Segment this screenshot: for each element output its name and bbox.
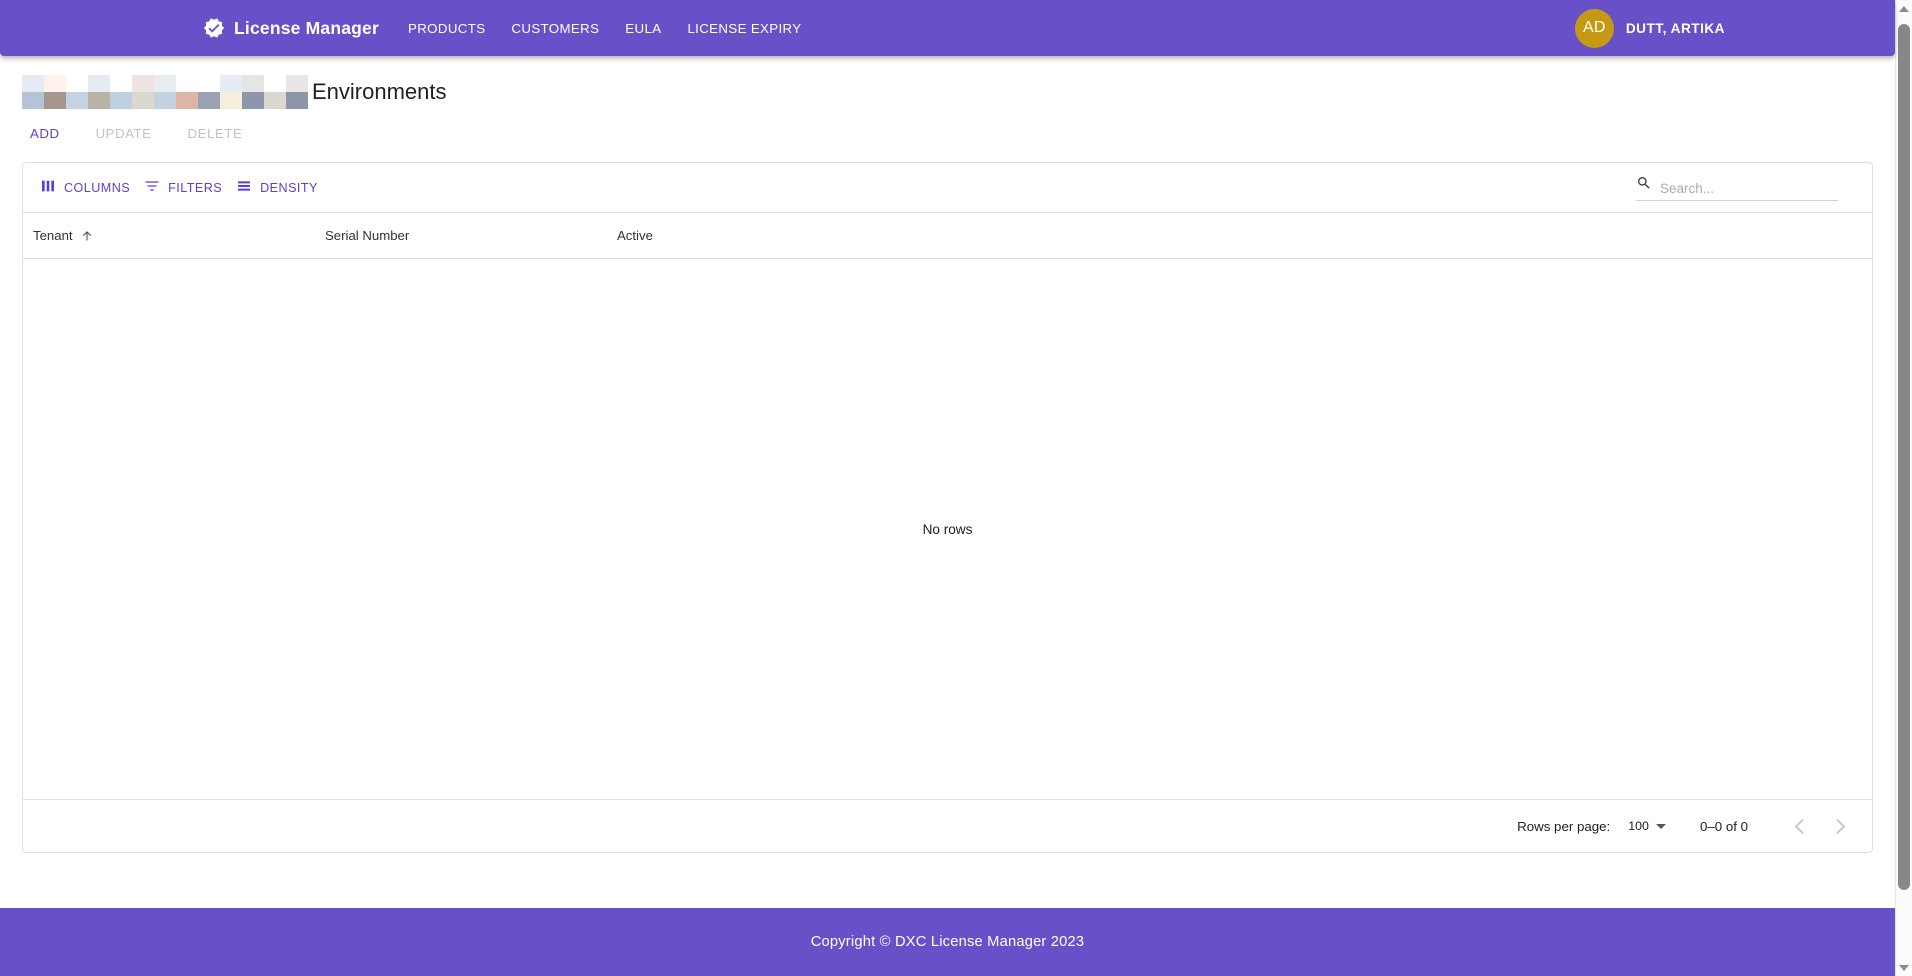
triangle-down-icon xyxy=(1899,964,1909,971)
avatar: AD xyxy=(1574,8,1614,48)
column-header-active[interactable]: Active xyxy=(607,228,899,243)
page-header: Environments xyxy=(0,75,1895,109)
redacted-block xyxy=(88,92,110,109)
chevron-down-icon xyxy=(1655,823,1666,829)
record-actions: ADD UPDATE DELETE xyxy=(0,118,1895,148)
app-header: License Manager PRODUCTS CUSTOMERS EULA … xyxy=(0,0,1895,56)
chevron-right-icon xyxy=(1829,818,1846,834)
filters-button[interactable]: FILTERS xyxy=(137,173,229,202)
user-menu[interactable]: AD DUTT, ARTIKA xyxy=(1574,8,1725,48)
redacted-block xyxy=(110,75,132,92)
redacted-block xyxy=(286,75,308,92)
arrow-up-icon xyxy=(80,229,94,243)
rows-per-page-value: 100 xyxy=(1628,819,1649,833)
data-grid: COLUMNS FILTERS DENSITY Search... Tenant… xyxy=(22,162,1873,853)
redacted-block xyxy=(286,92,308,109)
redacted-block xyxy=(242,92,264,109)
add-button[interactable]: ADD xyxy=(22,121,68,146)
redacted-block xyxy=(198,92,220,109)
redacted-block xyxy=(22,75,44,92)
redacted-block xyxy=(44,92,66,109)
nav-item-customers[interactable]: CUSTOMERS xyxy=(509,15,601,42)
user-name: DUTT, ARTIKA xyxy=(1625,20,1725,36)
triangle-up-icon xyxy=(1899,5,1909,12)
redacted-block xyxy=(110,92,132,109)
page-title: Environments xyxy=(312,79,447,104)
update-button: UPDATE xyxy=(88,121,160,146)
columns-button[interactable]: COLUMNS xyxy=(33,173,137,202)
redacted-block xyxy=(44,75,66,92)
brand[interactable]: License Manager xyxy=(203,17,379,39)
columns-label: COLUMNS xyxy=(64,180,131,195)
delete-button: DELETE xyxy=(180,121,251,146)
nav-item-license-expiry[interactable]: LICENSE EXPIRY xyxy=(685,15,803,42)
page-footer: Copyright © DXC License Manager 2023 xyxy=(0,908,1895,976)
filters-label: FILTERS xyxy=(168,180,223,195)
filter-icon xyxy=(144,178,160,197)
rows-per-page-label: Rows per page: xyxy=(1517,818,1611,834)
redacted-block xyxy=(154,75,176,92)
breadcrumb-redacted xyxy=(22,75,308,109)
nav-item-products[interactable]: PRODUCTS xyxy=(406,15,487,42)
main-nav: PRODUCTS CUSTOMERS EULA LICENSE EXPIRY xyxy=(406,15,803,42)
redacted-block xyxy=(66,75,88,92)
redacted-block xyxy=(132,75,154,92)
grid-header-row: Tenant Serial Number Active xyxy=(23,212,1872,259)
redacted-block xyxy=(176,75,198,92)
redacted-block xyxy=(220,75,242,92)
column-header-tenant[interactable]: Tenant xyxy=(23,228,315,243)
chevron-left-icon xyxy=(1794,818,1811,834)
brand-title: License Manager xyxy=(234,17,379,38)
redacted-block xyxy=(66,92,88,109)
redacted-block xyxy=(264,75,286,92)
redacted-block xyxy=(176,92,198,109)
column-header-serial-number[interactable]: Serial Number xyxy=(315,228,607,243)
column-header-active-label: Active xyxy=(617,228,653,243)
no-rows-message: No rows xyxy=(922,521,973,537)
page-root: License Manager PRODUCTS CUSTOMERS EULA … xyxy=(0,0,1895,976)
copyright-text: Copyright © DXC License Manager 2023 xyxy=(810,934,1085,950)
vertical-scrollbar[interactable] xyxy=(1895,0,1912,976)
density-button[interactable]: DENSITY xyxy=(229,173,325,202)
redacted-block xyxy=(264,92,286,109)
redacted-block xyxy=(22,92,44,109)
verified-badge-icon xyxy=(203,17,225,39)
redacted-block xyxy=(220,92,242,109)
search-box[interactable] xyxy=(1636,175,1838,201)
density-icon xyxy=(236,178,252,197)
redacted-block xyxy=(242,75,264,92)
scroll-down-button[interactable] xyxy=(1896,959,1912,976)
previous-page-button xyxy=(1782,807,1820,845)
column-header-tenant-label: Tenant xyxy=(33,228,73,243)
density-label: DENSITY xyxy=(260,180,318,195)
grid-toolbar: COLUMNS FILTERS DENSITY xyxy=(23,163,1872,212)
columns-icon xyxy=(40,178,56,197)
redacted-block xyxy=(88,75,110,92)
grid-body: No rows xyxy=(23,259,1872,799)
grid-pagination: Rows per page: 100 0–0 of 0 xyxy=(23,799,1872,852)
redacted-block xyxy=(154,92,176,109)
search-input[interactable] xyxy=(1660,180,1838,196)
scrollbar-thumb[interactable] xyxy=(1898,24,1910,890)
redacted-block xyxy=(198,75,220,92)
nav-item-eula[interactable]: EULA xyxy=(623,15,663,42)
redacted-block xyxy=(132,92,154,109)
search-icon xyxy=(1636,175,1652,196)
rows-per-page-select[interactable]: 100 xyxy=(1626,815,1668,837)
next-page-button xyxy=(1820,807,1858,845)
column-header-serial-number-label: Serial Number xyxy=(325,228,410,243)
scroll-up-button[interactable] xyxy=(1896,0,1912,17)
pagination-range: 0–0 of 0 xyxy=(1699,818,1748,834)
